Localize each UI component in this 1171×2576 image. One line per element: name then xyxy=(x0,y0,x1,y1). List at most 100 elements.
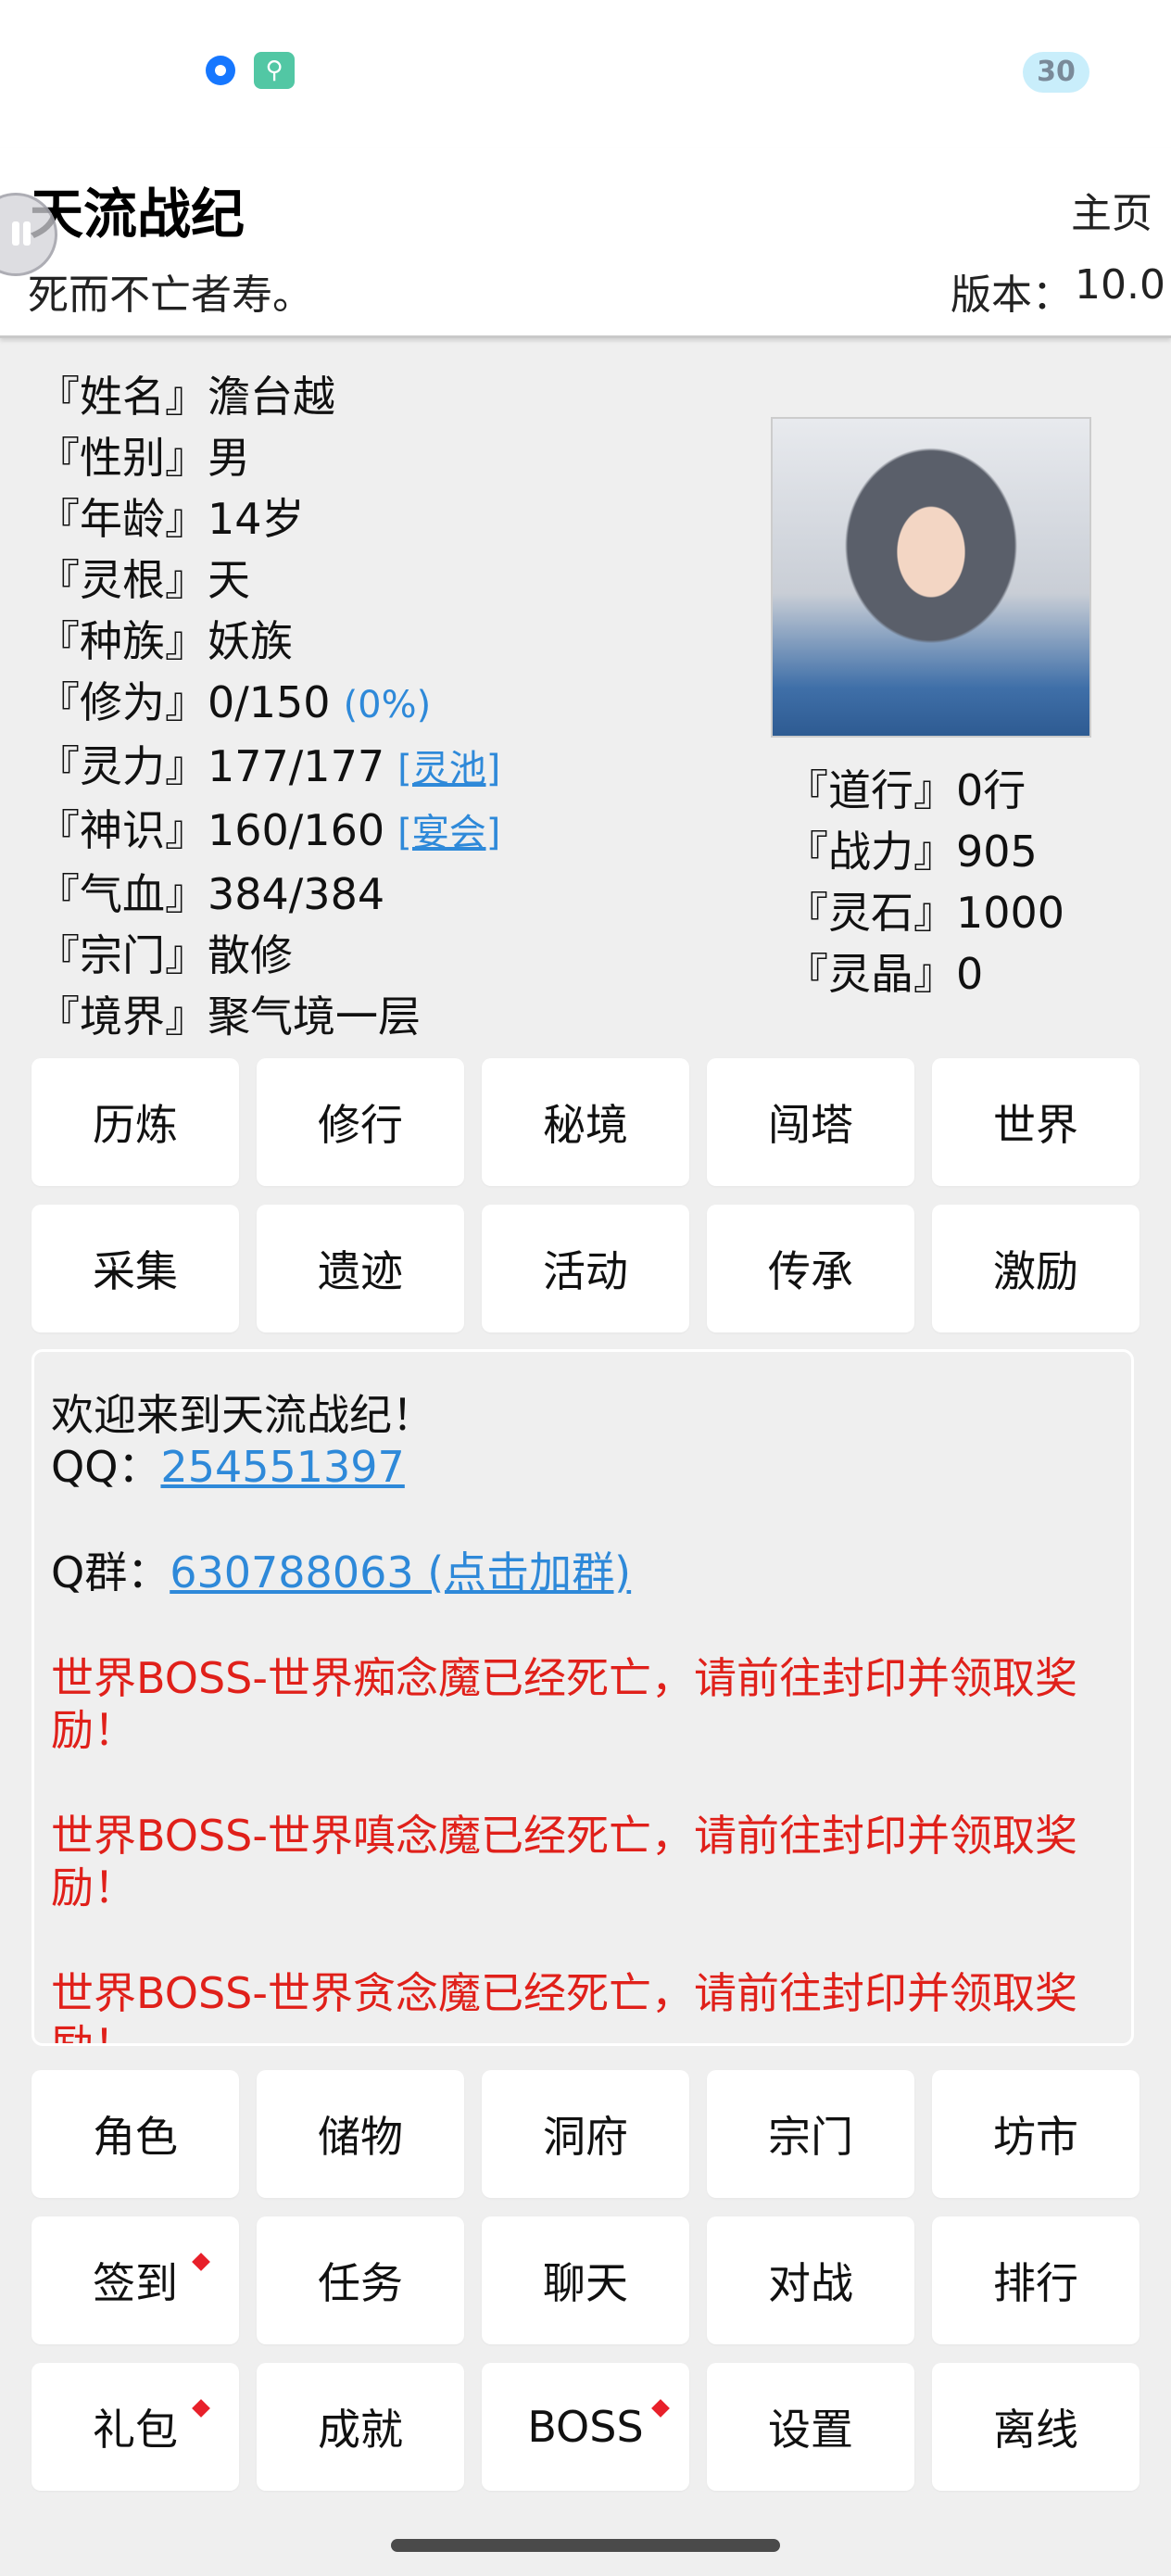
menu-label: 签到 xyxy=(93,2258,178,2308)
stat-key: 『道行』 xyxy=(786,765,956,815)
stat-key: 『灵根』 xyxy=(37,555,208,605)
stat-row-gender: 『性别』 男 xyxy=(37,427,741,488)
menu-battle-button[interactable]: 对战 xyxy=(707,2216,914,2344)
app-motto: 死而不亡者寿。 xyxy=(28,271,313,319)
stat-row-name: 『姓名』 澹台越 xyxy=(37,366,741,427)
stat-row-realm: 『境界』 聚气境一层 xyxy=(37,986,741,1047)
stat-value: 177/177 xyxy=(208,741,385,791)
stat-value: 妖族 xyxy=(208,616,293,666)
stat-key: 『种族』 xyxy=(37,616,208,666)
menu-gather-button[interactable]: 采集 xyxy=(31,1205,239,1332)
stat-row-sect: 『宗门』 散修 xyxy=(37,925,741,986)
stat-value: 天 xyxy=(208,555,250,605)
menu-offline-button[interactable]: 离线 xyxy=(932,2363,1140,2491)
stat-key: 『宗门』 xyxy=(37,930,208,980)
menu-practice-button[interactable]: 修行 xyxy=(257,1058,464,1186)
stat-key: 『气血』 xyxy=(37,869,208,919)
menu-label: 成就 xyxy=(318,2405,403,2455)
stat-key: 『性别』 xyxy=(37,433,208,483)
menu-tasks-button[interactable]: 任务 xyxy=(257,2216,464,2344)
qq-number-link[interactable]: 254551397 xyxy=(160,1442,404,1492)
stat-value: 男 xyxy=(208,433,250,483)
stat-row-age: 『年龄』 14岁 xyxy=(37,488,741,549)
menu-boss-button[interactable]: BOSS xyxy=(482,2363,689,2491)
stat-key: 『战力』 xyxy=(786,827,956,877)
battery-indicator: 30 xyxy=(1023,52,1089,93)
menu-label: 洞府 xyxy=(543,2112,628,2162)
character-avatar xyxy=(771,417,1091,738)
menu-cave-button[interactable]: 洞府 xyxy=(482,2070,689,2198)
bottom-menu-grid: 角色 储物 洞府 宗门 坊市 签到 任务 聊天 对战 排行 礼包 成就 BOSS… xyxy=(31,2070,1140,2491)
stat-row-combat-power: 『战力』 905 xyxy=(786,821,1064,882)
stat-row-root: 『灵根』 天 xyxy=(37,549,741,611)
menu-label: 角色 xyxy=(93,2112,178,2162)
stat-value: 聚气境一层 xyxy=(208,991,421,1042)
menu-label: 设置 xyxy=(768,2405,853,2455)
boss-notice: 世界BOSS-世界贪念魔已经死亡，请前往封印并领取奖励！ xyxy=(51,1968,1077,2046)
qq-label: QQ： xyxy=(51,1442,161,1492)
menu-label: 礼包 xyxy=(93,2405,178,2455)
menu-world-button[interactable]: 世界 xyxy=(932,1058,1140,1186)
app-notification-icon xyxy=(206,56,235,85)
character-stats-right: 『道行』 0行 『战力』 905 『灵石』 1000 『灵晶』 0 xyxy=(786,760,1064,1004)
qq-group-link[interactable]: 630788063 (点击加群) xyxy=(170,1547,631,1597)
menu-label: 任务 xyxy=(318,2258,403,2308)
stat-value: 散修 xyxy=(208,930,293,980)
menu-sect-button[interactable]: 宗门 xyxy=(707,2070,914,2198)
stat-value: 160/160 xyxy=(208,805,385,855)
qq-group-line: Q群：630788063 (点击加群) xyxy=(51,1547,1113,1598)
menu-character-button[interactable]: 角色 xyxy=(31,2070,239,2198)
stat-key: 『灵力』 xyxy=(37,741,208,791)
stat-key: 『年龄』 xyxy=(37,494,208,544)
menu-label: 对战 xyxy=(768,2258,853,2308)
key-notification-icon: ⚲ xyxy=(254,52,295,89)
spirit-pool-link[interactable]: [灵池] xyxy=(397,739,500,800)
menu-trial-button[interactable]: 历炼 xyxy=(31,1058,239,1186)
stat-value: 0/150 xyxy=(208,677,331,727)
stat-value: 384/384 xyxy=(208,869,385,919)
stat-key: 『神识』 xyxy=(37,805,208,855)
stat-row-hp: 『气血』 384/384 xyxy=(37,864,741,925)
stat-value: 1000 xyxy=(956,888,1065,938)
banquet-link[interactable]: [宴会] xyxy=(397,802,500,864)
menu-achievements-button[interactable]: 成就 xyxy=(257,2363,464,2491)
menu-chat-button[interactable]: 聊天 xyxy=(482,2216,689,2344)
message-panel[interactable]: 欢迎来到天流战纪！ QQ：254551397 Q群：630788063 (点击加… xyxy=(31,1349,1134,2046)
menu-incentive-button[interactable]: 激励 xyxy=(932,1205,1140,1332)
stat-value: 澹台越 xyxy=(208,372,335,422)
menu-storage-button[interactable]: 储物 xyxy=(257,2070,464,2198)
boss-notice: 世界BOSS-世界嗔念魔已经死亡，请前往封印并领取奖励！ xyxy=(51,1811,1077,1913)
menu-label: 离线 xyxy=(993,2405,1078,2455)
stat-key: 『灵石』 xyxy=(786,888,956,938)
menu-gift-button[interactable]: 礼包 xyxy=(31,2363,239,2491)
stat-key: 『灵晶』 xyxy=(786,949,956,999)
menu-settings-button[interactable]: 设置 xyxy=(707,2363,914,2491)
menu-inheritance-button[interactable]: 传承 xyxy=(707,1205,914,1332)
stat-value: 905 xyxy=(956,827,1038,877)
menu-secret-realm-button[interactable]: 秘境 xyxy=(482,1058,689,1186)
stat-row-cultivation: 『修为』 0/150 (0%) xyxy=(37,672,741,736)
menu-label: 宗门 xyxy=(768,2112,853,2162)
stat-row-divine-sense: 『神识』 160/160 [宴会] xyxy=(37,800,741,864)
menu-label: 排行 xyxy=(993,2258,1078,2308)
menu-events-button[interactable]: 活动 xyxy=(482,1205,689,1332)
stat-row-spirit-crystal: 『灵晶』 0 xyxy=(786,943,1064,1004)
welcome-text: 欢迎来到天流战纪！ xyxy=(51,1390,434,1440)
app-title: 天流战纪 xyxy=(30,183,246,246)
menu-ranking-button[interactable]: 排行 xyxy=(932,2216,1140,2344)
menu-label: 储物 xyxy=(318,2112,403,2162)
cultivation-percent: (0%) xyxy=(343,684,432,726)
menu-ruins-button[interactable]: 遗迹 xyxy=(257,1205,464,1332)
qq-line: QQ：254551397 xyxy=(51,1441,1113,1493)
version-label: 版本： xyxy=(951,271,1073,319)
character-stats: 『姓名』 澹台越 『性别』 男 『年龄』 14岁 『灵根』 天 『种族』 妖族 … xyxy=(37,366,741,1047)
menu-label: 坊市 xyxy=(993,2112,1078,2162)
stat-row-spirit-power: 『灵力』 177/177 [灵池] xyxy=(37,736,741,800)
home-link[interactable]: 主页 xyxy=(1071,180,1152,239)
menu-tower-button[interactable]: 闯塔 xyxy=(707,1058,914,1186)
menu-checkin-button[interactable]: 签到 xyxy=(31,2216,239,2344)
menu-market-button[interactable]: 坊市 xyxy=(932,2070,1140,2198)
stat-value: 0行 xyxy=(956,765,1026,815)
gesture-nav-bar[interactable] xyxy=(391,2539,780,2552)
menu-label: 聊天 xyxy=(543,2258,628,2308)
